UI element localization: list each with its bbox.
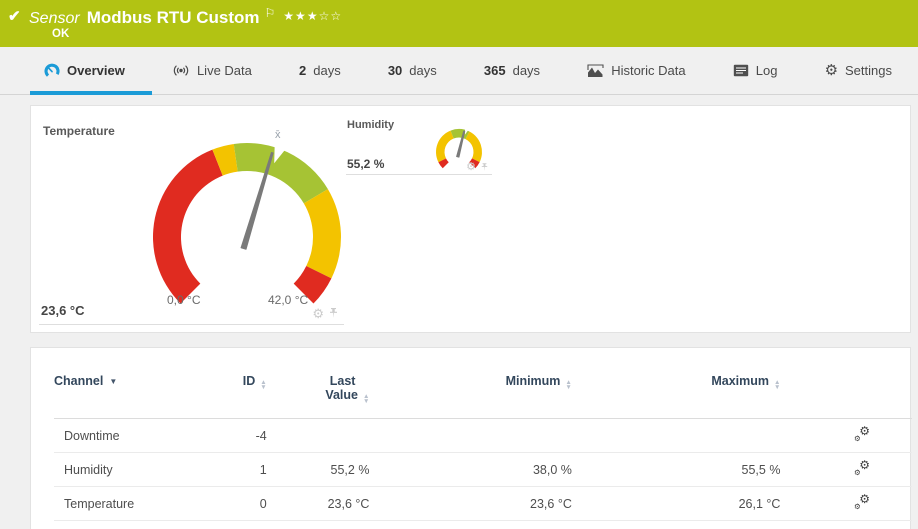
column-header-last-value[interactable]: Last Value ▲ ▼ (267, 374, 370, 419)
tab-30-days[interactable]: 30 days (374, 47, 451, 94)
pin-icon[interactable] (481, 163, 488, 172)
cell-id: 1 (259, 462, 267, 477)
cell-last-value: 55,2 % (330, 462, 370, 477)
average-marker-label: x̄ (275, 129, 281, 141)
cell-last-value (267, 419, 370, 453)
cell-maximum: 55,5 % (741, 462, 781, 477)
gauges-panel: Temperature x̄ 0,0 °C 42,0 °C 23,6 °C ⚙ … (30, 105, 911, 333)
tab-2-days[interactable]: 2 days (285, 47, 355, 94)
status-badge: OK (52, 28, 70, 40)
area-chart-icon (587, 63, 604, 77)
tab-label: Settings (845, 63, 892, 78)
tab-number: 30 (387, 63, 403, 78)
ok-check-icon: ✔ (8, 8, 21, 25)
cell-minimum: 23,6 °C (530, 496, 572, 511)
gauge-settings-gear-icon[interactable]: ⚙ (466, 162, 476, 173)
tab-log[interactable]: Log (719, 47, 792, 94)
tab-label: Log (755, 63, 778, 78)
cell-minimum (369, 419, 571, 453)
cell-id: 0 (259, 496, 267, 511)
cell-channel: Downtime (64, 428, 120, 443)
table-header-row: Channel ▼ ID ▲ ▼ Last Value ▲ ▼ Minimum ▲ ▼ Max… (54, 374, 912, 419)
gear-icon: ⚙ (824, 62, 839, 79)
gauge-title: Temperature (43, 124, 115, 138)
tab-settings[interactable]: ⚙ Settings (811, 47, 906, 94)
humidity-gauge-block: Humidity 55,2 % ⚙ (346, 113, 492, 175)
cell-last-value: 23,6 °C (327, 496, 370, 511)
sensor-status-bar: ✔ Sensor Modbus RTU Custom ⚐ ★★★☆☆ OK (0, 0, 918, 47)
gauge-icon (44, 63, 60, 77)
channel-settings-gears-icon[interactable]: ⚙ ⚙ (854, 459, 870, 477)
gauge-current-value: 55,2 % (347, 157, 385, 171)
cell-maximum: 26,1 °C (738, 496, 781, 511)
channel-settings-gears-icon[interactable]: ⚙ ⚙ (854, 493, 870, 511)
pin-icon[interactable] (329, 308, 338, 319)
log-list-icon (733, 64, 748, 77)
tab-label: Overview (67, 63, 125, 78)
gauge-min-label: 0,0 °C (167, 293, 201, 307)
tab-label: Live Data (196, 63, 252, 78)
tab-365-days[interactable]: 365 days (470, 47, 554, 94)
tab-live-data[interactable]: Live Data (158, 47, 266, 94)
tab-number: 365 (483, 63, 506, 78)
flag-icon[interactable]: ⚐ (265, 6, 276, 20)
sensor-title: Sensor Modbus RTU Custom ⚐ ★★★☆☆ (29, 6, 342, 28)
column-header-minimum[interactable]: Minimum ▲ ▼ (369, 374, 572, 419)
live-waves-icon (173, 65, 189, 76)
tab-label: Historic Data (611, 63, 686, 78)
table-row[interactable]: Downtime -4 ⚙ ⚙ (54, 419, 912, 453)
sensor-name: Modbus RTU Custom (86, 8, 260, 27)
cell-channel: Temperature (64, 496, 135, 511)
table-row[interactable]: Humidity 1 55,2 % 38,0 % 55,5 % ⚙ ⚙ (54, 453, 912, 487)
cell-id: -4 (255, 428, 267, 443)
channel-settings-gears-icon[interactable]: ⚙ ⚙ (854, 425, 870, 443)
column-header-id[interactable]: ID ▲ ▼ (208, 374, 267, 419)
channels-panel: Channel ▼ ID ▲ ▼ Last Value ▲ ▼ Minimum ▲ ▼ Max… (30, 347, 912, 529)
channels-table: Channel ▼ ID ▲ ▼ Last Value ▲ ▼ Minimum ▲ ▼ Max… (54, 374, 912, 521)
tab-historic-data[interactable]: Historic Data (573, 47, 699, 94)
sort-arrows-icon: ▲ ▼ (774, 379, 781, 391)
tab-unit: days (313, 63, 341, 78)
temperature-gauge-block: Temperature x̄ 0,0 °C 42,0 °C 23,6 °C ⚙ (39, 114, 344, 325)
priority-stars[interactable]: ★★★☆☆ (283, 9, 342, 23)
tab-unit: days (512, 63, 541, 78)
gauge-max-label: 42,0 °C (268, 293, 309, 307)
cell-channel: Humidity (64, 462, 113, 477)
tab-overview[interactable]: Overview (30, 47, 139, 94)
gauge-title: Humidity (347, 119, 395, 131)
table-row[interactable]: Temperature 0 23,6 °C 23,6 °C 26,1 °C ⚙ ⚙ (54, 487, 912, 521)
cell-minimum: 38,0 % (532, 462, 572, 477)
object-kind-label: Sensor (29, 10, 80, 27)
sort-arrows-icon: ▲ ▼ (565, 379, 572, 391)
column-header-maximum[interactable]: Maximum ▲ ▼ (572, 374, 781, 419)
tab-unit: days (409, 63, 437, 78)
column-header-channel[interactable]: Channel ▼ (54, 374, 208, 419)
gauge-current-value: 23,6 °C (41, 303, 85, 318)
sort-arrows-icon: ▲ ▼ (363, 393, 370, 405)
tab-number: 2 (299, 63, 307, 78)
cell-maximum (572, 419, 781, 453)
gauge-settings-gear-icon[interactable]: ⚙ (312, 307, 324, 320)
sort-caret-icon: ▼ (109, 377, 118, 386)
sensor-tabbar: Overview Live Data 2 days 30 days 365 da… (0, 47, 918, 95)
sort-arrows-icon: ▲ ▼ (260, 379, 267, 391)
active-tab-underline (30, 91, 152, 95)
